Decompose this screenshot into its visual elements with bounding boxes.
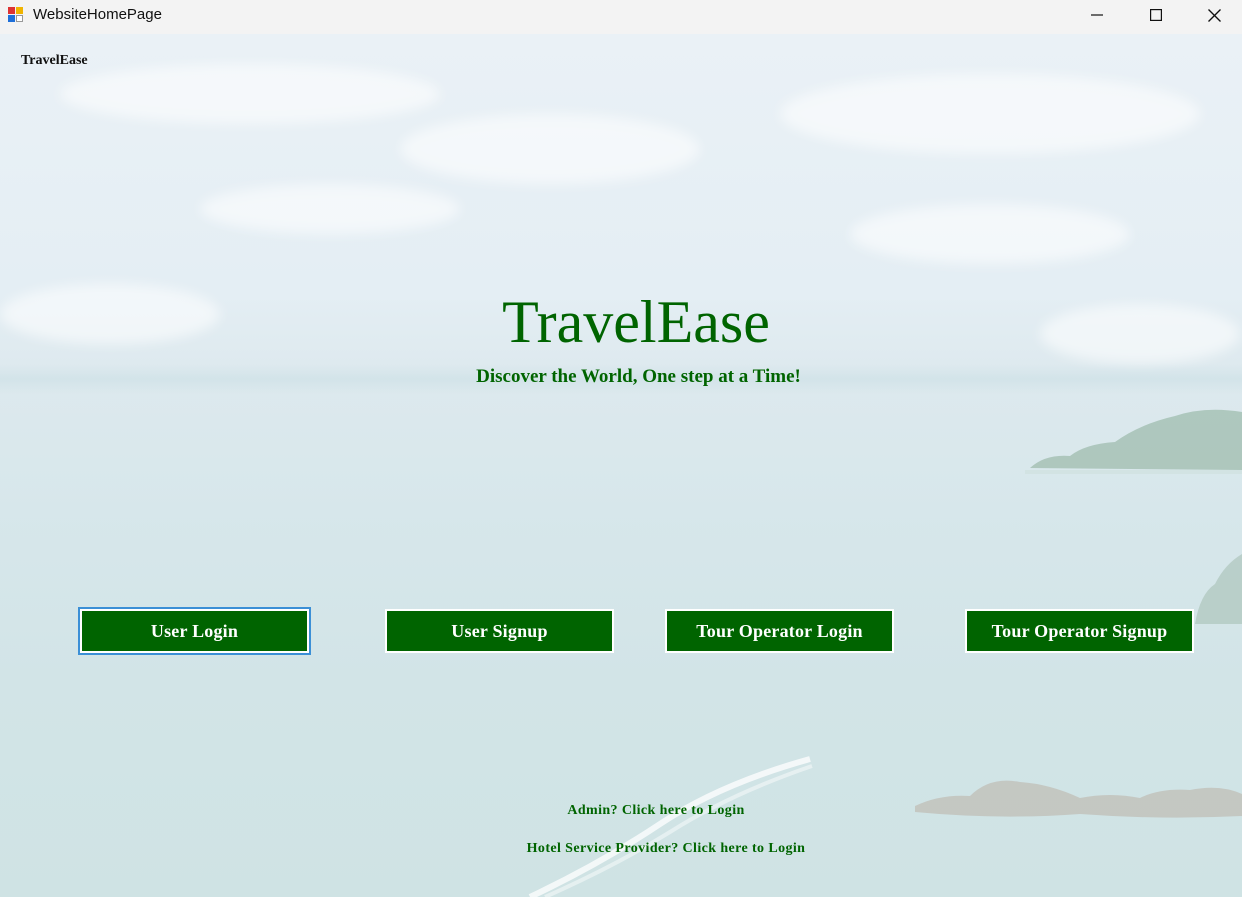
- admin-login-link[interactable]: Admin? Click here to Login: [0, 803, 1242, 819]
- island-edge: [1195, 554, 1242, 624]
- user-login-button[interactable]: User Login: [78, 607, 311, 655]
- maximize-button[interactable]: [1127, 0, 1185, 30]
- hero-tagline: Discover the World, One step at a Time!: [476, 366, 801, 387]
- user-signup-button[interactable]: User Signup: [385, 609, 614, 653]
- tour-operator-signup-button[interactable]: Tour Operator Signup: [965, 609, 1194, 653]
- background-cloud: [60, 64, 440, 124]
- window-title-bar: WebsiteHomePage: [0, 0, 1242, 34]
- close-icon: [1207, 8, 1221, 22]
- background-cloud: [200, 184, 460, 234]
- close-button[interactable]: [1185, 0, 1242, 30]
- maximize-icon: [1150, 9, 1162, 21]
- background-cloud: [850, 204, 1130, 264]
- minimize-icon: [1091, 14, 1103, 16]
- island-right: [1025, 409, 1242, 474]
- background-cloud: [400, 114, 700, 184]
- home-page-background: TravelEase TravelEase Discover the World…: [0, 34, 1242, 897]
- header-brand-label: TravelEase: [21, 53, 88, 68]
- tour-operator-login-button[interactable]: Tour Operator Login: [665, 609, 894, 653]
- hero-title: TravelEase: [502, 289, 770, 355]
- minimize-button[interactable]: [1068, 0, 1126, 30]
- window-title: WebsiteHomePage: [33, 6, 162, 23]
- boat-wake: [528, 756, 813, 897]
- background-cloud: [780, 74, 1200, 154]
- app-icon: [8, 7, 25, 24]
- hotel-login-link[interactable]: Hotel Service Provider? Click here to Lo…: [0, 841, 1242, 857]
